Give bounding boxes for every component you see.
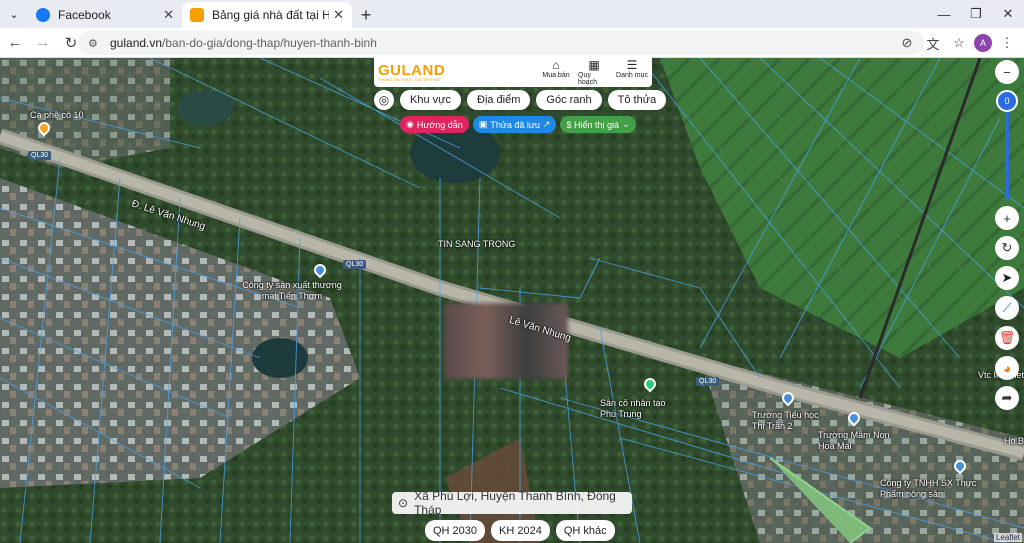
back-icon[interactable]: ← bbox=[2, 30, 28, 56]
bookmark-icon: ▣ bbox=[478, 119, 488, 129]
facebook-icon bbox=[36, 8, 50, 22]
guland-logo[interactable]: GULAND THÔNG TIN THẬT - GIÁ TRỊ THẬT bbox=[378, 63, 445, 82]
forward-icon[interactable]: → bbox=[30, 30, 56, 56]
url-path: /ban-do-gia/dong-thap/huyen-thanh-binh bbox=[162, 36, 377, 50]
plan-qh-2030[interactable]: QH 2030 bbox=[425, 520, 486, 541]
plan-qh-khac[interactable]: QH khác bbox=[555, 520, 615, 541]
tab-search-chevron-icon[interactable]: ⌄ bbox=[0, 0, 28, 28]
poi-label: Ho B bbox=[1004, 436, 1024, 446]
tab-title: Bảng giá nhà đất tại Huyện Tha bbox=[212, 8, 330, 22]
kebab-menu-icon[interactable]: ⋮ bbox=[996, 31, 1018, 55]
blurred-region bbox=[444, 303, 568, 379]
translate-icon[interactable]: 文 bbox=[922, 31, 944, 55]
refresh-icon[interactable]: ↻ bbox=[995, 236, 1019, 260]
filter-dia-diem[interactable]: Địa điểm bbox=[467, 90, 531, 110]
menu-mua-ban[interactable]: ⌂ Mua bán bbox=[540, 57, 572, 86]
browser-toolbar: ← → ↻ ⚙ guland.vn /ban-do-gia/dong-thap/… bbox=[0, 28, 1024, 58]
zoom-out-icon[interactable]: − bbox=[995, 60, 1019, 84]
locate-icon[interactable]: ◎ bbox=[374, 90, 394, 110]
tab-guland[interactable]: Bảng giá nhà đất tại Huyện Tha ✕ bbox=[182, 2, 352, 28]
guide-button[interactable]: ◉ Hướng dẫn bbox=[400, 116, 469, 133]
saved-plots-button[interactable]: ▣ Thửa đã lưu ↗ bbox=[472, 116, 557, 133]
external-link-icon: ↗ bbox=[542, 119, 551, 129]
avatar[interactable]: A bbox=[974, 34, 992, 52]
play-icon: ◉ bbox=[406, 119, 414, 129]
plan-kh-2024[interactable]: KH 2024 bbox=[491, 520, 550, 541]
location-pin-icon: ⊙ bbox=[398, 496, 409, 510]
location-display: ⊙ Xã Phú Lợi, Huyện Thanh Bình, Đồng Thá… bbox=[392, 489, 632, 517]
header-menu: ⌂ Mua bán ▦ Quy hoạch ☰ Danh mục bbox=[540, 57, 652, 86]
tab-facebook[interactable]: Facebook ✕ bbox=[28, 2, 182, 28]
eye-off-icon[interactable]: ⊘ bbox=[896, 31, 918, 55]
house-icon: ⌂ bbox=[552, 57, 560, 72]
measure-icon[interactable]: ⟋ bbox=[995, 296, 1019, 320]
zoom-slider-handle[interactable]: 0 bbox=[996, 90, 1018, 112]
window-controls: — ❐ ✕ bbox=[928, 0, 1024, 28]
filter-goc-ranh[interactable]: Góc ranh bbox=[536, 90, 602, 110]
close-window-icon[interactable]: ✕ bbox=[992, 0, 1024, 28]
poi-label: Trường Mầm Non Hoa Mai bbox=[818, 430, 890, 451]
map-controls: − 0 + ↻ ➤ ⟋ 🗑 ◕ ➦ bbox=[994, 60, 1020, 416]
tab-bar: ⌄ Facebook ✕ Bảng giá nhà đất tại Huyện … bbox=[0, 0, 1024, 28]
restore-icon[interactable]: ❐ bbox=[960, 0, 992, 28]
share-icon[interactable]: ➦ bbox=[995, 386, 1019, 410]
attribution-link[interactable]: Leaflet bbox=[993, 533, 1022, 542]
palette-icon[interactable]: ◕ bbox=[995, 356, 1019, 380]
filter-to-thua[interactable]: Tô thửa bbox=[607, 90, 667, 110]
address-bar[interactable]: ⚙ guland.vn /ban-do-gia/dong-thap/huyen-… bbox=[78, 31, 924, 55]
show-price-button[interactable]: $ Hiển thị giá ⌄ bbox=[560, 116, 636, 133]
plan-selector: QH 2030 KH 2024 QH khác bbox=[425, 520, 615, 541]
chevron-down-icon: ⌄ bbox=[622, 119, 630, 129]
poi-label: Công ty TNHH SX Thực Phẩm nông sản bbox=[880, 478, 977, 499]
close-tab-icon[interactable]: ✕ bbox=[333, 7, 344, 23]
tab-title: Facebook bbox=[58, 8, 111, 22]
site-header: GULAND THÔNG TIN THẬT - GIÁ TRỊ THẬT ⌂ M… bbox=[374, 57, 652, 87]
filter-khu-vuc[interactable]: Khu vực bbox=[400, 90, 461, 110]
poi-label: TIN SANG TRỌNG bbox=[438, 239, 516, 249]
road-shield: QL30 bbox=[343, 260, 367, 269]
road-shield: QL30 bbox=[696, 377, 720, 386]
menu-icon: ☰ bbox=[626, 57, 638, 72]
poi-label: Cà phê cô 10 bbox=[30, 110, 84, 120]
toolbar-actions: ⊘ 文 ☆ A ⋮ bbox=[896, 31, 1018, 55]
zoom-slider[interactable]: 0 bbox=[996, 90, 1018, 200]
action-pills: ◉ Hướng dẫn ▣ Thửa đã lưu ↗ $ Hiển thị g… bbox=[400, 116, 636, 133]
url-host: guland.vn bbox=[110, 36, 163, 50]
menu-danh-muc[interactable]: ☰ Danh mục bbox=[616, 57, 648, 86]
poi-label: Công ty sản xuất thương mại Tiến Thơm bbox=[242, 280, 342, 301]
minimize-icon[interactable]: — bbox=[928, 0, 960, 28]
zoom-in-icon[interactable]: + bbox=[995, 206, 1019, 230]
filter-bar: ◎ Khu vực Địa điểm Góc ranh Tô thửa bbox=[374, 90, 667, 110]
site-info-icon[interactable]: ⚙ bbox=[88, 37, 102, 50]
guland-favicon-icon bbox=[190, 8, 204, 22]
poi-label: Sân cỏ nhân tạo Phú Trung bbox=[600, 398, 666, 419]
new-tab-button[interactable]: + bbox=[352, 2, 380, 28]
navigate-icon[interactable]: ➤ bbox=[995, 266, 1019, 290]
menu-quy-hoach[interactable]: ▦ Quy hoạch bbox=[578, 57, 610, 86]
road-shield: QL30 bbox=[28, 151, 52, 160]
close-tab-icon[interactable]: ✕ bbox=[163, 7, 174, 23]
poi-label: Trường Tiểu học Thị Trấn 2 bbox=[752, 410, 819, 431]
trash-icon[interactable]: 🗑 bbox=[995, 326, 1019, 350]
star-icon[interactable]: ☆ bbox=[948, 31, 970, 55]
map-icon: ▦ bbox=[588, 57, 600, 72]
